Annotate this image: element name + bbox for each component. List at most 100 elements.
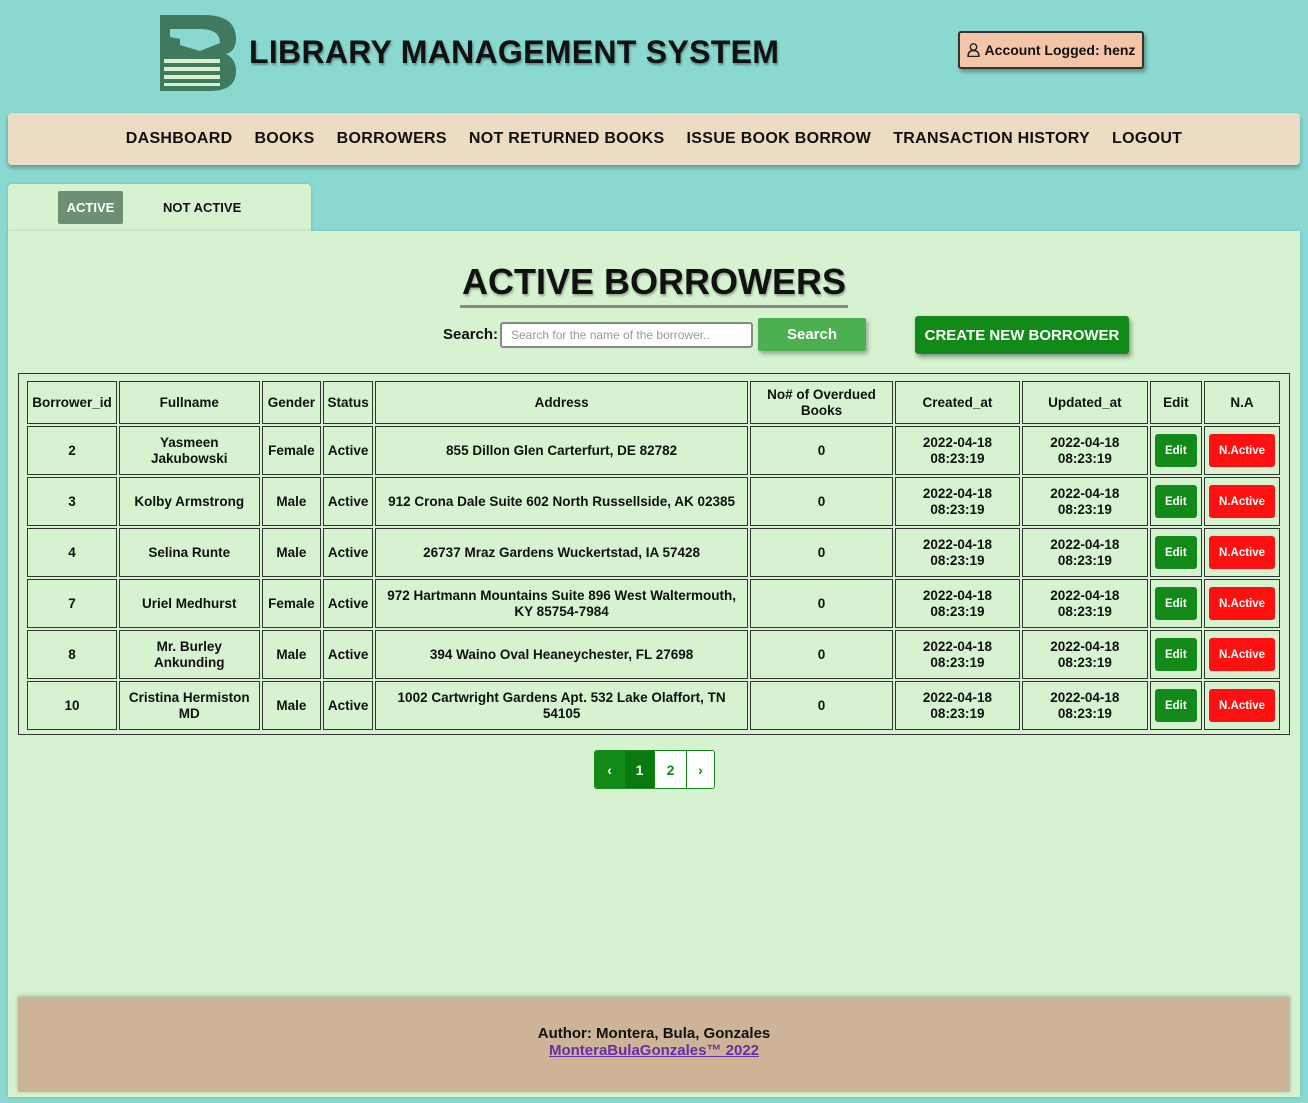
cell-address: 855 Dillon Glen Carterfurt, DE 82782 [375,426,749,475]
header-updated: Updated_at [1022,381,1148,424]
header-created: Created_at [894,381,1021,424]
table-row: 4 Selina Runte Male Active 26737 Mraz Ga… [27,528,1280,577]
cell-fullname: Mr. Burley Ankunding [119,630,260,679]
cell-status: Active [323,681,374,730]
table-row: 8 Mr. Burley Ankunding Male Active 394 W… [27,630,1280,679]
cell-fullname: Yasmeen Jakubowski [119,426,260,475]
header-gender: Gender [261,381,322,424]
cell-edit: Edit [1149,477,1203,526]
table-header-row: Borrower_id Fullname Gender Status Addre… [27,381,1280,424]
cell-edit: Edit [1149,630,1203,679]
cell-fullname: Selina Runte [119,528,260,577]
cell-address: 972 Hartmann Mountains Suite 896 West Wa… [375,579,749,628]
not-active-button[interactable]: N.Active [1209,536,1276,569]
cell-id: 10 [27,681,117,730]
cell-id: 7 [27,579,117,628]
cell-edit: Edit [1149,426,1203,475]
cell-fullname: Cristina Hermiston MD [119,681,260,730]
search-button[interactable]: Search [758,318,866,351]
cell-updated: 2022-04-18 08:23:19 [1022,426,1148,475]
cell-id: 3 [27,477,117,526]
main-nav: DASHBOARD BOOKS BORROWERS NOT RETURNED B… [8,113,1300,165]
not-active-button[interactable]: N.Active [1209,434,1276,467]
library-logo [160,15,236,91]
header-edit: Edit [1149,381,1203,424]
table-row: 10 Cristina Hermiston MD Male Active 100… [27,681,1280,730]
nav-issue-book-borrow[interactable]: ISSUE BOOK BORROW [687,130,872,148]
cell-status: Active [323,477,374,526]
cell-edit: Edit [1149,528,1203,577]
tab-active[interactable]: ACTIVE [58,191,123,224]
cell-na: N.Active [1204,630,1280,679]
not-active-button[interactable]: N.Active [1209,587,1276,620]
not-active-button[interactable]: N.Active [1209,638,1276,671]
nav-dashboard[interactable]: DASHBOARD [126,130,233,148]
cell-status: Active [323,528,374,577]
table-row: 3 Kolby Armstrong Male Active 912 Crona … [27,477,1280,526]
footer-author: Author: Montera, Bula, Gonzales [537,1025,771,1042]
pagination-page-2[interactable]: 2 [655,751,687,788]
cell-na: N.Active [1204,528,1280,577]
edit-button[interactable]: Edit [1154,434,1197,467]
header-address: Address [375,381,749,424]
user-icon [966,43,980,57]
cell-created: 2022-04-18 08:23:19 [894,681,1021,730]
borrowers-table-wrap: Borrower_id Fullname Gender Status Addre… [18,373,1290,735]
cell-address: 1002 Cartwright Gardens Apt. 532 Lake Ol… [375,681,749,730]
pagination-page-1[interactable]: 1 [625,751,655,788]
app-title: LIBRARY MANAGEMENT SYSTEM [249,34,780,70]
page-title: ACTIVE BORROWERS [459,261,848,308]
search-label: Search: [443,326,499,343]
cell-updated: 2022-04-18 08:23:19 [1022,477,1148,526]
edit-button[interactable]: Edit [1154,536,1197,569]
cell-updated: 2022-04-18 08:23:19 [1022,579,1148,628]
cell-status: Active [323,426,374,475]
cell-created: 2022-04-18 08:23:19 [894,528,1021,577]
cell-created: 2022-04-18 08:23:19 [894,579,1021,628]
cell-id: 8 [27,630,117,679]
account-label: Account Logged: henz [984,42,1136,58]
cell-id: 4 [27,528,117,577]
pagination-prev[interactable]: ‹ [595,751,625,788]
nav-logout[interactable]: LOGOUT [1112,130,1182,148]
cell-updated: 2022-04-18 08:23:19 [1022,681,1148,730]
edit-button[interactable]: Edit [1154,638,1197,671]
nav-books[interactable]: BOOKS [254,130,314,148]
cell-updated: 2022-04-18 08:23:19 [1022,528,1148,577]
cell-gender: Male [261,477,322,526]
edit-button[interactable]: Edit [1154,485,1197,518]
nav-transaction-history[interactable]: TRANSACTION HISTORY [893,130,1090,148]
pagination-next[interactable]: › [687,751,714,788]
edit-button[interactable]: Edit [1154,587,1197,620]
account-badge: Account Logged: henz [958,31,1144,69]
cell-na: N.Active [1204,681,1280,730]
cell-gender: Male [261,681,322,730]
borrowers-table: Borrower_id Fullname Gender Status Addre… [25,379,1282,732]
not-active-button[interactable]: N.Active [1209,485,1276,518]
header-na: N.A [1204,381,1280,424]
cell-na: N.Active [1204,477,1280,526]
header-overdue: No# of Overdued Books [750,381,893,424]
nav-not-returned-books[interactable]: NOT RETURNED BOOKS [469,130,665,148]
search-input[interactable] [500,322,753,348]
edit-button[interactable]: Edit [1154,689,1197,722]
cell-id: 2 [27,426,117,475]
header-fullname: Fullname [119,381,260,424]
cell-overdue: 0 [750,528,893,577]
cell-address: 26737 Mraz Gardens Wuckertstad, IA 57428 [375,528,749,577]
tab-not-active[interactable]: NOT ACTIVE [163,191,241,224]
footer-link[interactable]: MonteraBulaGonzales™ 2022 [18,1042,1290,1059]
cell-fullname: Kolby Armstrong [119,477,260,526]
cell-overdue: 0 [750,630,893,679]
create-borrower-button[interactable]: CREATE NEW BORROWER [915,316,1129,354]
cell-created: 2022-04-18 08:23:19 [894,477,1021,526]
cell-status: Active [323,579,374,628]
cell-created: 2022-04-18 08:23:19 [894,630,1021,679]
cell-address: 394 Waino Oval Heaneychester, FL 27698 [375,630,749,679]
cell-status: Active [323,630,374,679]
cell-overdue: 0 [750,426,893,475]
nav-borrowers[interactable]: BORROWERS [337,130,447,148]
cell-address: 912 Crona Dale Suite 602 North Russellsi… [375,477,749,526]
not-active-button[interactable]: N.Active [1209,689,1276,722]
cell-fullname: Uriel Medhurst [119,579,260,628]
